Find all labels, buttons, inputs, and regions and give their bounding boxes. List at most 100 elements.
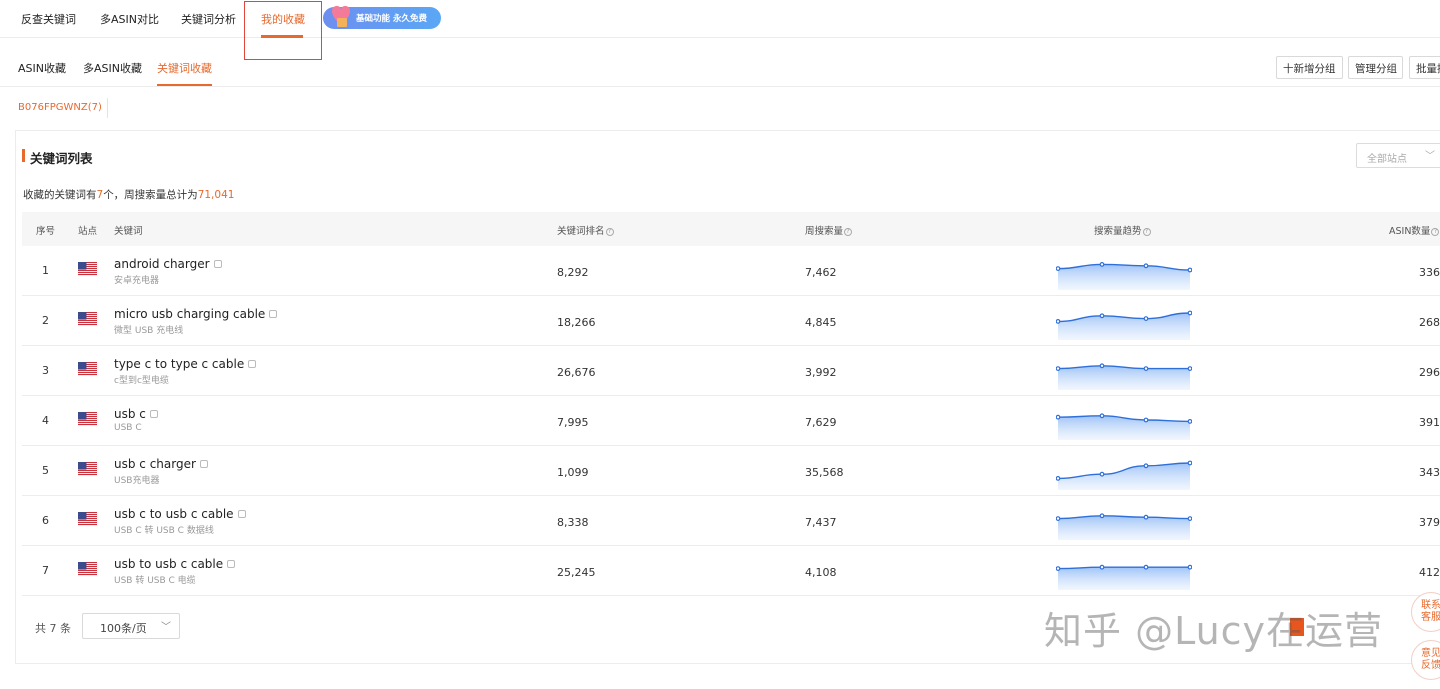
asin-count: 268 (1419, 316, 1440, 329)
keyword-label: micro usb charging cable (114, 307, 266, 321)
header-rank[interactable]: 关键词排名? (557, 223, 614, 237)
table-row: 3 type c to type c cable c型到c型电缆 26,676 3,99… (22, 346, 1440, 396)
keyword-rank: 25,245 (557, 566, 596, 579)
watermark: 知乎 @Lucy在运营 (1044, 609, 1384, 653)
keyword-text[interactable]: micro usb charging cable (114, 307, 278, 321)
help-icon[interactable]: ? (844, 228, 853, 236)
row-index: 5 (42, 464, 49, 477)
trend-area (1058, 365, 1190, 390)
trend-point (1056, 566, 1061, 571)
table-row: 2 micro usb charging cable 微型 USB 充电线 18,26… (22, 296, 1440, 346)
row-index: 4 (42, 414, 49, 427)
add-group-button[interactable]: 十新增分组 (1276, 56, 1343, 79)
active-tab-indicator (157, 84, 212, 86)
help-icon[interactable]: ? (1142, 228, 1151, 236)
page-size-select[interactable]: 100条/页 ﹀ (82, 613, 180, 639)
keyword-text[interactable]: android charger (114, 257, 222, 271)
trend-point (1187, 460, 1192, 466)
keyword-text[interactable]: usb c (114, 407, 158, 421)
copy-icon[interactable] (237, 510, 246, 518)
row-index: 1 (42, 264, 49, 277)
weekly-search-volume: 4,108 (805, 566, 837, 579)
card-title: 关键词列表 (30, 151, 93, 166)
sub-tabs: ASIN收藏 多ASIN收藏 关键词收藏 (0, 39, 1440, 87)
search-trend-sparkline[interactable] (1056, 354, 1192, 390)
trend-area (1058, 415, 1190, 440)
trend-area (1058, 515, 1190, 540)
nav-multi-asin-compare[interactable]: 多ASIN对比 (100, 11, 159, 27)
trend-point (1099, 564, 1105, 570)
page-size-value: 100条/页 (100, 622, 147, 635)
weekly-search-volume: 7,629 (805, 416, 837, 429)
search-trend-sparkline[interactable] (1056, 304, 1192, 340)
keyword-text[interactable]: type c to type c cable (114, 357, 257, 371)
batch-action-button[interactable]: 批量操 (1409, 56, 1440, 79)
row-index: 7 (42, 564, 49, 577)
help-icon[interactable]: ? (1431, 228, 1440, 236)
help-icon[interactable]: ? (605, 228, 614, 236)
keyword-rank: 8,292 (557, 266, 589, 279)
keyword-text[interactable]: usb c to usb c cable (114, 507, 246, 521)
keyword-translation: USB C 转 USB C 数据线 (114, 526, 214, 536)
header-trend-label: 搜索量趋势 (1094, 226, 1142, 237)
keyword-label: usb c charger (114, 457, 196, 471)
chevron-down-icon: ﹀ (161, 622, 171, 633)
keyword-text[interactable]: usb to usb c cable (114, 557, 236, 571)
copy-icon[interactable] (248, 360, 257, 368)
tab-asin-favorites[interactable]: ASIN收藏 (18, 60, 66, 76)
copy-icon[interactable] (227, 560, 236, 568)
header-site: 站点 (78, 226, 98, 237)
table-row: 6 usb c to usb c cable USB C 转 USB C 数据线 8,… (22, 496, 1440, 546)
us-flag-icon (78, 312, 97, 326)
tab-keyword-favorites[interactable]: 关键词收藏 (157, 60, 212, 76)
summary-middle: 个，周搜索量总计为 (103, 189, 198, 201)
trend-point (1143, 514, 1149, 520)
row-index: 2 (42, 314, 49, 327)
trend-point (1056, 516, 1061, 521)
keyword-rank: 7,995 (557, 416, 589, 429)
us-flag-icon (78, 562, 97, 576)
weekly-search-volume: 3,992 (805, 366, 837, 379)
nav-keyword-analysis[interactable]: 关键词分析 (181, 11, 236, 27)
trend-point (1056, 319, 1061, 324)
header-asin-label: ASIN数量 (1389, 226, 1431, 237)
trend-point (1143, 316, 1149, 321)
keyword-translation: c型到c型电缆 (114, 376, 169, 386)
search-trend-sparkline[interactable] (1056, 404, 1192, 440)
header-trend[interactable]: 搜索量趋势? (1094, 223, 1151, 237)
site-select[interactable]: 全部站点 ﹀ (1356, 143, 1440, 168)
site-select-value: 全部站点 (1367, 154, 1407, 165)
search-trend-sparkline[interactable] (1056, 504, 1192, 540)
trend-point (1143, 417, 1149, 423)
summary-total: 71,041 (197, 189, 235, 201)
header-keyword: 关键词 (114, 226, 143, 237)
asin-group-tag[interactable]: B076FPGWNZ(7) (18, 102, 102, 113)
asin-count: 412 (1419, 566, 1440, 579)
search-trend-sparkline[interactable] (1056, 254, 1192, 290)
header-volume[interactable]: 周搜索量? (805, 223, 853, 237)
copy-icon[interactable] (213, 260, 222, 268)
trend-point (1187, 310, 1192, 316)
trend-point (1187, 366, 1192, 371)
us-flag-icon (78, 512, 97, 526)
weekly-search-volume: 4,845 (805, 316, 837, 329)
trend-point (1056, 266, 1061, 271)
copy-icon[interactable] (149, 410, 158, 418)
feedback-button[interactable]: 意见反馈 (1411, 640, 1440, 680)
search-trend-sparkline[interactable] (1056, 554, 1192, 590)
manage-group-button[interactable]: 管理分组 (1348, 56, 1403, 79)
copy-icon[interactable] (199, 460, 208, 468)
trend-point (1143, 263, 1149, 269)
keyword-translation: 微型 USB 充电线 (114, 326, 184, 336)
header-asin[interactable]: ASIN数量? (1389, 223, 1440, 237)
search-trend-sparkline[interactable] (1056, 454, 1192, 490)
nav-reverse-keyword[interactable]: 反查关键词 (21, 11, 76, 27)
top-nav: 反查关键词 多ASIN对比 关键词分析 我的收藏 基础功能 永久免费 (0, 0, 1440, 60)
tab-multi-asin-favorites[interactable]: 多ASIN收藏 (83, 60, 142, 76)
summary-prefix: 收藏的关键词有 (23, 189, 97, 201)
keyword-text[interactable]: usb c charger (114, 457, 208, 471)
keyword-label: type c to type c cable (114, 357, 245, 371)
trend-point (1187, 267, 1192, 273)
summary-text: 收藏的关键词有7个，周搜索量总计为71,041 (23, 187, 234, 202)
copy-icon[interactable] (269, 310, 278, 318)
